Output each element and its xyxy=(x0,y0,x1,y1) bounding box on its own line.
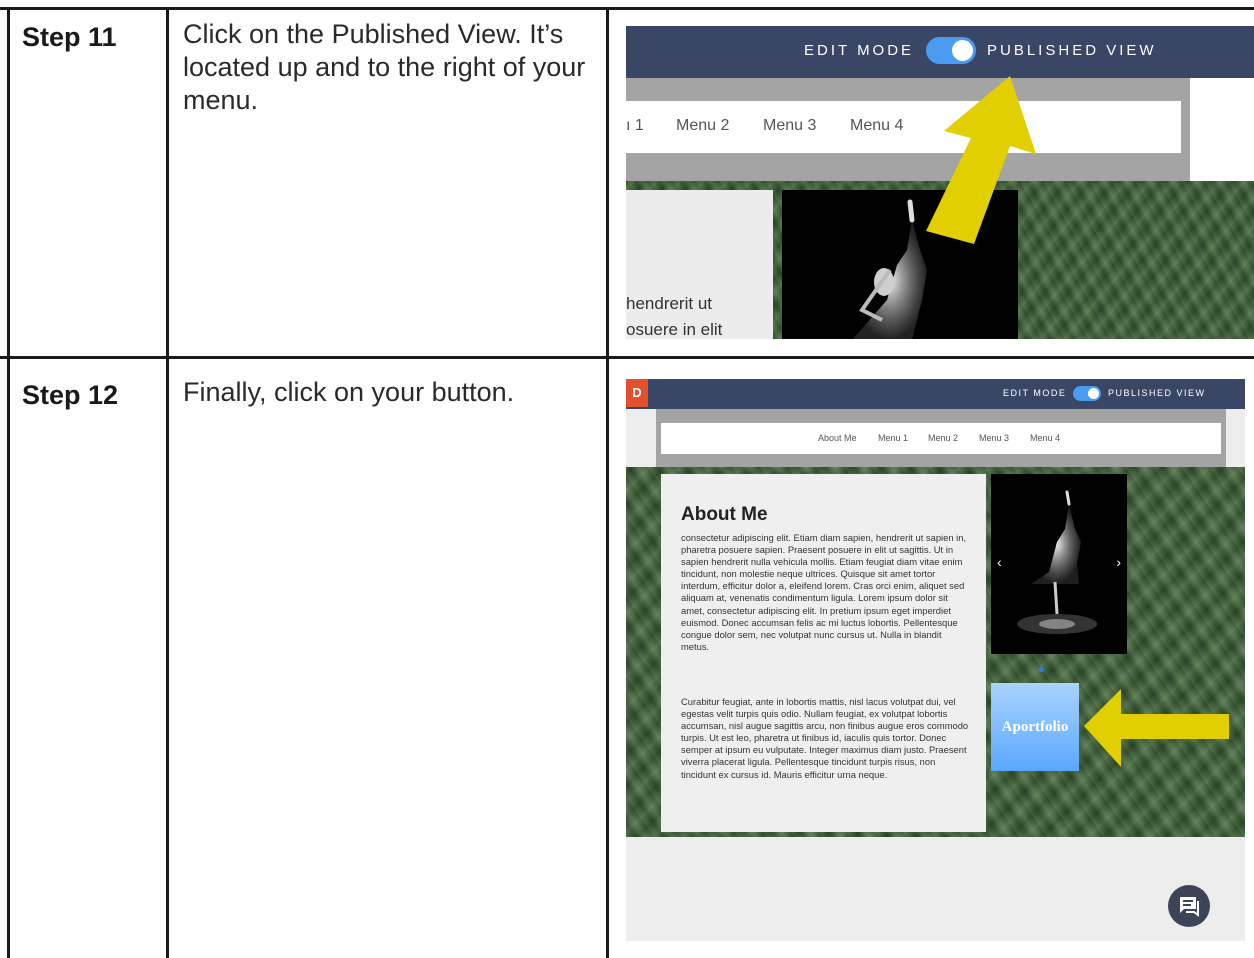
step-number-cell: Step 11 xyxy=(0,0,166,358)
instruction-cell: Click on the Published View. It’s locate… xyxy=(166,0,608,358)
screenshot-published-view-toggle: EDIT MODE PUBLISHED VIEW ı 1 Menu 2 Menu… xyxy=(626,26,1254,339)
step-label: Step 12 xyxy=(22,380,119,410)
step-instruction: Finally, click on your button. xyxy=(183,377,515,407)
screenshot-published-site: D EDIT MODE PUBLISHED VIEW About Me Menu… xyxy=(626,379,1245,941)
instruction-cell: Finally, click on your button. xyxy=(166,358,608,958)
chat-icon[interactable] xyxy=(1168,885,1210,927)
step-number-cell: Step 12 xyxy=(0,358,166,958)
step-label: Step 11 xyxy=(22,22,117,52)
pointer-arrow-icon xyxy=(1084,689,1229,767)
step-instruction: Click on the Published View. It’s locate… xyxy=(183,19,586,115)
chat-bubble-icon xyxy=(1180,897,1199,917)
pointer-arrow-icon xyxy=(926,76,1036,244)
